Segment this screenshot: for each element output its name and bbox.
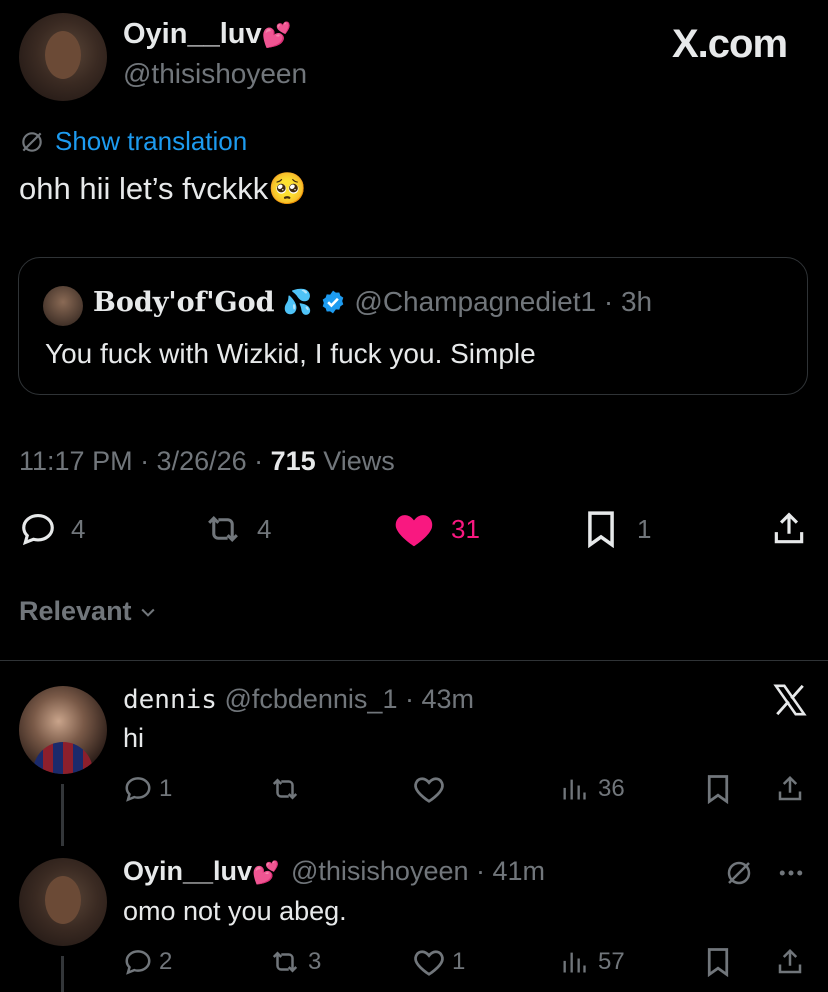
tweet-meta: 11:17 PM · 3/26/26 · 715 Views — [19, 446, 395, 477]
reply-handle-time[interactable]: @thisishoyeen · 41m — [291, 856, 545, 886]
like-count: 31 — [451, 513, 480, 544]
reply-views-button[interactable]: 57 — [560, 947, 625, 977]
reply-display-name[interactable]: dennis — [123, 685, 217, 715]
repost-icon — [268, 774, 302, 804]
tweet-timestamp[interactable]: 11:17 PM · 3/26/26 · — [19, 446, 271, 476]
reply-header: Oyin__luv💕 @thisishoyeen · 41m — [123, 856, 545, 887]
share-icon — [770, 510, 808, 548]
verified-badge-icon — [320, 289, 346, 315]
reply-avatar-oyin[interactable] — [19, 858, 107, 946]
sweat-droplets-emoji: 💦 — [282, 288, 313, 316]
views-count: 715 — [270, 446, 316, 476]
reply-text: hi — [123, 723, 145, 753]
heart-filled-icon — [393, 510, 435, 548]
reply-handle-time[interactable]: @fcbdennis_1 · 43m — [224, 684, 474, 714]
reply-bookmark-button[interactable] — [704, 774, 732, 804]
share-button[interactable] — [770, 510, 808, 548]
reply-like-count: 1 — [452, 948, 466, 975]
heart-emoji: 💕 — [252, 860, 280, 885]
bookmark-icon — [704, 947, 732, 977]
reply-icon — [123, 774, 153, 804]
author-handle[interactable]: @thisishoyeen — [123, 58, 307, 90]
tweet-text-body: ohh hii let’s fvckkk — [19, 171, 269, 206]
bookmark-icon — [704, 774, 732, 804]
reply-share-button[interactable] — [775, 774, 805, 804]
reply-views-button[interactable]: 36 — [560, 774, 625, 804]
repost-button[interactable]: 4 — [203, 510, 271, 548]
show-translation-link[interactable]: Show translation — [19, 126, 247, 157]
author-display-name[interactable]: Oyin__luv — [123, 18, 262, 50]
share-icon — [775, 774, 805, 804]
reply-display-name[interactable]: Oyin__luv — [123, 856, 252, 886]
more-options-icon[interactable] — [776, 858, 806, 888]
thread-line — [61, 784, 64, 846]
reply-count: 4 — [71, 513, 86, 544]
x-logo-icon — [773, 683, 807, 717]
reply-avatar-dennis[interactable] — [19, 686, 107, 774]
reply-views-count: 36 — [598, 775, 625, 802]
quoted-header: Body'of'God 💦 @Champagnediet1 · 3h — [93, 286, 652, 318]
reply-reply-count: 2 — [159, 948, 173, 975]
show-translation-label[interactable]: Show translation — [55, 126, 247, 157]
chevron-down-icon — [138, 602, 158, 622]
repost-icon — [203, 510, 243, 548]
share-icon — [775, 947, 805, 977]
quoted-display-name[interactable]: Body'of'God — [93, 287, 275, 318]
views-label: Views — [315, 446, 395, 476]
tweet-text: ohh hii let’s fvckkk🥺 — [19, 170, 307, 207]
translate-icon — [19, 129, 45, 155]
quoted-tweet-card[interactable]: Body'of'God 💦 @Champagnediet1 · 3h You f… — [18, 257, 808, 395]
quoted-author-avatar[interactable] — [43, 286, 83, 326]
reply-repost-button[interactable] — [268, 774, 302, 804]
reply-reply-count: 1 — [159, 775, 173, 802]
thread-line — [61, 956, 64, 992]
views-icon — [560, 774, 588, 804]
reply-views-count: 57 — [598, 948, 625, 975]
brand-watermark: X.com — [672, 22, 788, 66]
bookmark-button[interactable]: 1 — [583, 510, 651, 548]
reply-icon — [123, 947, 153, 977]
quoted-text: You fuck with Wizkid, I fuck you. Simple — [45, 338, 536, 369]
author-avatar[interactable] — [19, 13, 107, 101]
pleading-emoji: 🥺 — [268, 171, 307, 206]
reply-reply-button[interactable]: 1 — [123, 774, 172, 804]
heart-emoji: 💕 — [261, 22, 292, 49]
reply-text: omo not you abeg. — [123, 896, 347, 926]
heart-outline-icon — [412, 774, 446, 804]
reply-share-button[interactable] — [775, 947, 805, 977]
reply-like-button[interactable]: 1 — [412, 947, 465, 977]
reply-repost-count: 3 — [308, 948, 322, 975]
reply-bookmark-button[interactable] — [704, 947, 732, 977]
reply-icon — [19, 510, 57, 548]
like-button[interactable]: 31 — [393, 510, 480, 548]
repost-count: 4 — [257, 513, 272, 544]
reply-header: dennis @fcbdennis_1 · 43m — [123, 684, 474, 715]
reply-button[interactable]: 4 — [19, 510, 85, 548]
repost-icon — [268, 947, 302, 977]
bookmark-count: 1 — [637, 513, 652, 544]
translate-icon[interactable] — [724, 858, 754, 888]
reply-repost-button[interactable]: 3 — [268, 947, 321, 977]
reply-like-button[interactable] — [412, 774, 446, 804]
heart-outline-icon — [412, 947, 446, 977]
quoted-handle-time[interactable]: @Champagnediet1 · 3h — [354, 286, 652, 318]
section-divider — [0, 660, 828, 661]
reply-reply-button[interactable]: 2 — [123, 947, 172, 977]
sort-label: Relevant — [19, 596, 132, 626]
bookmark-icon — [583, 510, 619, 548]
author-name-row[interactable]: Oyin__luv💕 — [123, 18, 292, 51]
sort-dropdown[interactable]: Relevant — [19, 596, 158, 627]
views-icon — [560, 947, 588, 977]
